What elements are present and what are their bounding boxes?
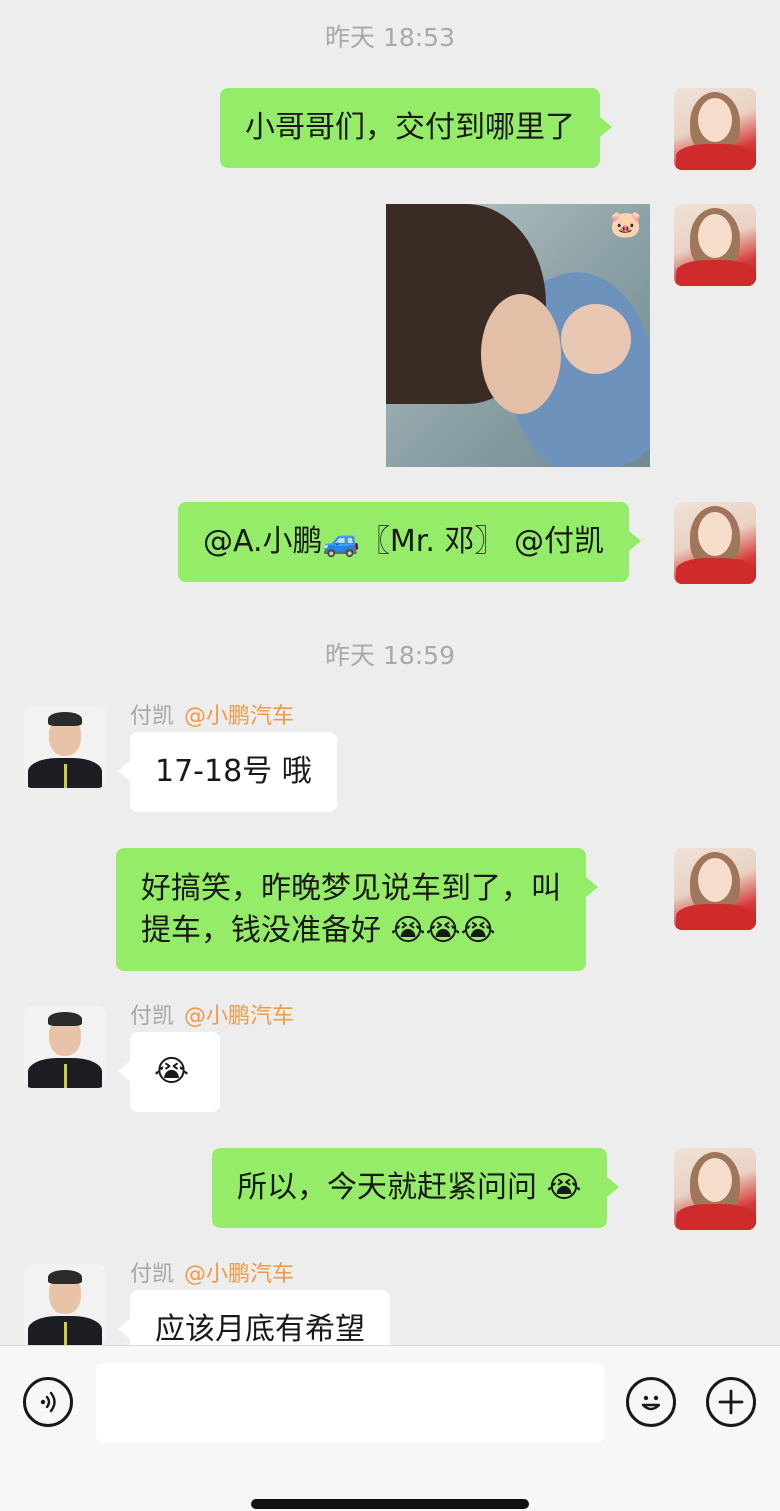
timestamp: 昨天 18:53	[325, 23, 455, 52]
voice-icon[interactable]	[23, 1377, 73, 1427]
sender-nickname: 付凯	[130, 1262, 175, 1287]
sender-name: 付凯 @小鹏汽车	[130, 1256, 294, 1288]
message-bubble-outgoing[interactable]: 小哥哥们，交付到哪里了	[220, 88, 612, 168]
smiley-face-icon	[641, 1395, 661, 1411]
emoji-icon[interactable]	[626, 1377, 676, 1427]
avatar[interactable]	[674, 848, 756, 930]
home-indicator	[251, 1499, 529, 1509]
input-bar	[0, 1345, 780, 1511]
message-bubble-incoming[interactable]: 应该月底有希望	[118, 1290, 390, 1345]
message-line: 提车，钱没准备好 😭😭😭	[141, 913, 496, 948]
avatar[interactable]	[674, 204, 756, 286]
message-bubble-outgoing[interactable]: 所以，今天就赶紧问问 😭	[212, 1148, 619, 1228]
avatar[interactable]	[24, 1006, 106, 1088]
message-bubble-outgoing[interactable]: @A.小鹏🚙〖Mr. 邓〗 @付凯	[178, 502, 641, 582]
pig-sticker-icon: 🐷	[609, 210, 642, 240]
message-bubble-outgoing[interactable]: 好搞笑，昨晚梦见说车到了，叫 提车，钱没准备好 😭😭😭	[116, 848, 598, 971]
avatar[interactable]	[674, 1148, 756, 1230]
plus-sign-icon	[718, 1389, 744, 1415]
message-input[interactable]	[96, 1363, 604, 1443]
message-line: 好搞笑，昨晚梦见说车到了，叫	[141, 871, 561, 906]
plus-icon[interactable]	[706, 1377, 756, 1427]
avatar[interactable]	[24, 706, 106, 788]
avatar[interactable]	[24, 1264, 106, 1345]
sender-group: @小鹏汽车	[184, 1004, 295, 1029]
sender-name: 付凯 @小鹏汽车	[130, 998, 294, 1030]
chat-area[interactable]: 昨天 18:53 小哥哥们，交付到哪里了 🐷 @A.小鹏🚙〖Mr. 邓〗 @付凯…	[0, 0, 780, 1345]
avatar[interactable]	[674, 88, 756, 170]
sender-name: 付凯 @小鹏汽车	[130, 698, 294, 730]
sender-group: @小鹏汽车	[184, 1262, 295, 1287]
message-bubble-incoming[interactable]: 😭	[118, 1032, 220, 1112]
message-bubble-incoming[interactable]: 17-18号 哦	[118, 732, 337, 812]
voice-waves-icon	[40, 1391, 56, 1413]
avatar[interactable]	[674, 502, 756, 584]
timestamp: 昨天 18:59	[325, 641, 455, 670]
image-message[interactable]: 🐷	[386, 204, 650, 467]
sender-nickname: 付凯	[130, 704, 175, 729]
sender-nickname: 付凯	[130, 1004, 175, 1029]
sender-group: @小鹏汽车	[184, 704, 295, 729]
